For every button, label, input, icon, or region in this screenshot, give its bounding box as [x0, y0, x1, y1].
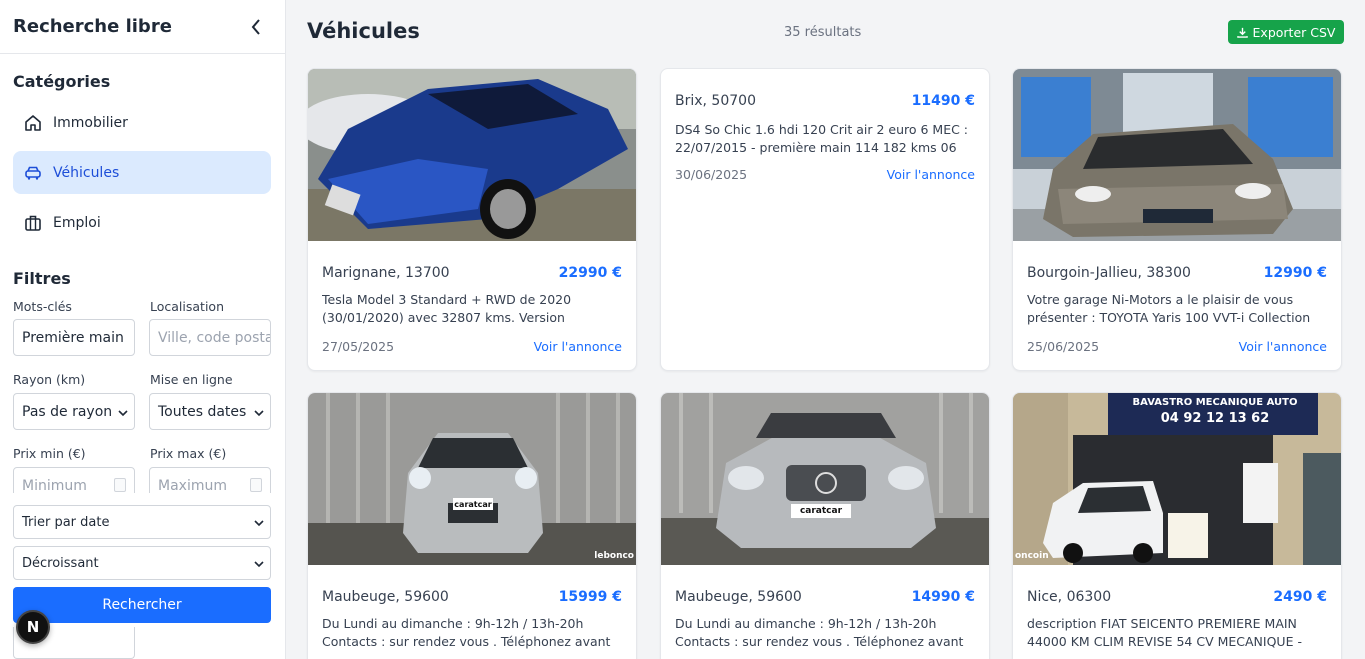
- page-title: Véhicules: [307, 19, 420, 43]
- online-value: Toutes dates: [158, 403, 247, 420]
- chevron-down-icon: [254, 517, 264, 532]
- export-label: Exporter CSV: [1252, 24, 1336, 40]
- listing-location: Maubeuge, 59600: [322, 589, 449, 605]
- blue-tesla-photo[interactable]: [308, 69, 636, 241]
- listing-price: 15999 €: [558, 589, 622, 605]
- radius-value: Pas de rayon: [22, 403, 113, 420]
- location-label: Localisation: [150, 299, 224, 314]
- view-listing-link[interactable]: Voir l'annonce: [887, 167, 975, 182]
- online-date-select[interactable]: Toutes dates: [149, 393, 271, 430]
- silver-mercedes-photo[interactable]: caratcar: [661, 393, 989, 565]
- chevron-down-icon: [254, 406, 264, 422]
- listing-card[interactable]: Bourgoin-Jallieu, 38300 12990 € Votre ga…: [1012, 68, 1342, 371]
- grey-yaris-photo[interactable]: [1013, 69, 1341, 241]
- listing-date: 25/06/2025: [1027, 339, 1100, 354]
- listing-location: Maubeuge, 59600: [675, 589, 802, 605]
- results-count: 35 résultats: [784, 25, 862, 40]
- price-min-input[interactable]: Minimum: [13, 467, 135, 493]
- listing-card[interactable]: caratcar Maubeuge, 59600 14990 € Du Lund…: [660, 392, 990, 659]
- sort-select[interactable]: Trier par date: [13, 505, 271, 539]
- online-label: Mise en ligne: [150, 372, 233, 387]
- order-value: Décroissant: [22, 555, 99, 571]
- white-fiat-garage-photo[interactable]: BAVASTRO MECANIQUE AUTO 04 92 12 13 62 o…: [1013, 393, 1341, 565]
- listing-location: Marignane, 13700: [322, 265, 450, 281]
- chevron-down-icon: [118, 406, 128, 422]
- watermark-text: oncoin: [1015, 551, 1049, 561]
- listing-price: 2490 €: [1273, 589, 1327, 605]
- garage-sign-name: BAVASTRO MECANIQUE AUTO: [1132, 397, 1298, 408]
- license-plate: caratcar: [791, 504, 851, 518]
- number-spinner-icon[interactable]: [250, 478, 262, 492]
- silver-mini-photo[interactable]: caratcar lebonco: [308, 393, 636, 565]
- keywords-input[interactable]: Première main: [13, 319, 135, 356]
- listing-description: Tesla Model 3 Standard + RWD de 2020 (30…: [322, 292, 572, 325]
- price-max-placeholder: Maximum: [158, 477, 227, 494]
- number-spinner-icon[interactable]: [114, 478, 126, 492]
- price-max-label: Prix max (€): [150, 446, 227, 461]
- license-plate: caratcar: [453, 498, 493, 510]
- chevron-down-icon: [254, 558, 264, 573]
- view-listing-link[interactable]: Voir l'annonce: [534, 339, 622, 354]
- dev-badge[interactable]: N: [16, 610, 50, 644]
- filters-title: Filtres: [13, 269, 71, 288]
- listing-description: Du Lundi au dimanche : 9h-12h / 13h-20h …: [322, 616, 611, 649]
- listing-location: Brix, 50700: [675, 93, 756, 109]
- listing-price: 12990 €: [1263, 265, 1327, 281]
- listing-card[interactable]: BAVASTRO MECANIQUE AUTO 04 92 12 13 62 o…: [1012, 392, 1342, 659]
- view-listing-link[interactable]: Voir l'annonce: [1239, 339, 1327, 354]
- listing-price: 22990 €: [558, 265, 622, 281]
- garage-sign-phone: 04 92 12 13 62: [1160, 411, 1270, 426]
- listing-description: description FIAT SEICENTO PREMIERE MAIN …: [1027, 616, 1302, 649]
- listing-date: 30/06/2025: [675, 167, 748, 182]
- price-max-input[interactable]: Maximum: [149, 467, 271, 493]
- listing-card[interactable]: caratcar lebonco Maubeuge, 59600 15999 €…: [307, 392, 637, 659]
- listing-description: Du Lundi au dimanche : 9h-12h / 13h-20h …: [675, 616, 964, 649]
- listing-date: 27/05/2025: [322, 339, 395, 354]
- download-icon: [1236, 27, 1248, 38]
- radius-label: Rayon (km): [13, 372, 86, 387]
- listing-description: Votre garage Ni-Motors a le plaisir de v…: [1027, 292, 1311, 325]
- price-min-placeholder: Minimum: [22, 477, 87, 494]
- filters-scroll-area: Filtres Mots-clés Localisation Première …: [0, 0, 286, 493]
- listing-card[interactable]: Brix, 50700 11490 € DS4 So Chic 1.6 hdi …: [660, 68, 990, 371]
- radius-select[interactable]: Pas de rayon: [13, 393, 135, 430]
- listing-price: 11490 €: [911, 93, 975, 109]
- order-select[interactable]: Décroissant: [13, 546, 271, 580]
- sidebar: Recherche libre Catégories Immobilier Vé…: [0, 0, 286, 659]
- listing-location: Nice, 06300: [1027, 589, 1112, 605]
- export-csv-button[interactable]: Exporter CSV: [1228, 20, 1344, 44]
- price-min-label: Prix min (€): [13, 446, 86, 461]
- keywords-label: Mots-clés: [13, 299, 72, 314]
- search-button[interactable]: Rechercher: [13, 587, 271, 623]
- listing-description: DS4 So Chic 1.6 hdi 120 Crit air 2 euro …: [675, 122, 969, 155]
- listing-card[interactable]: Marignane, 13700 22990 € Tesla Model 3 S…: [307, 68, 637, 371]
- sort-value: Trier par date: [22, 514, 110, 530]
- watermark-text: lebonco: [594, 551, 634, 561]
- location-input[interactable]: Ville, code postal: [149, 319, 271, 356]
- listing-location: Bourgoin-Jallieu, 38300: [1027, 265, 1191, 281]
- listing-price: 14990 €: [911, 589, 975, 605]
